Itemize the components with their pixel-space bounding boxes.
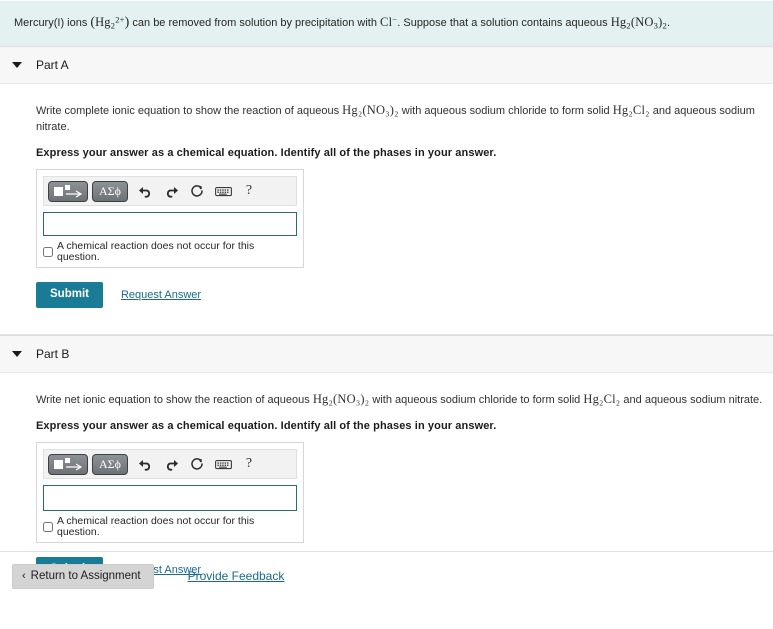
mercury-nitrate-formula: Hg2(NO3)2 bbox=[610, 15, 667, 30]
part-a-submit-button[interactable]: Submit bbox=[36, 282, 103, 308]
template-glyph bbox=[54, 458, 83, 471]
help-label: ? bbox=[245, 183, 253, 199]
keyboard-glyph bbox=[214, 459, 232, 469]
part-b-no-reaction-label: A chemical reaction does not occur for t… bbox=[57, 515, 255, 538]
problem-statement-text: Mercury(I) ions (Hg22+) can be removed f… bbox=[14, 13, 759, 33]
question-mid: with aqueous sodium chloride to form sol… bbox=[369, 393, 584, 406]
undo-glyph bbox=[138, 459, 150, 471]
part-a-request-answer-link[interactable]: Request Answer bbox=[121, 289, 201, 301]
question-tail: and aqueous sodium nitrate. bbox=[620, 393, 763, 406]
part-a-answer-box: ΑΣϕ ? A chemical reaction does not occur… bbox=[36, 169, 304, 269]
return-to-assignment-label: Return to Assignment bbox=[30, 569, 141, 582]
banner-suffix: . Suppose that a solution contains aqueo… bbox=[397, 17, 611, 29]
question-lead: Write net ionic equation to show the rea… bbox=[36, 393, 313, 406]
keyboard-icon[interactable] bbox=[211, 180, 235, 202]
question-lead: Write complete ionic equation to show th… bbox=[36, 105, 343, 118]
chloride-ion-formula: Cl− bbox=[380, 14, 397, 29]
part-b-title: Part B bbox=[36, 346, 70, 361]
part-a-body: Write complete ionic equation to show th… bbox=[0, 84, 773, 317]
part-b-no-reaction-checkbox[interactable] bbox=[43, 521, 53, 532]
redo-glyph bbox=[166, 459, 178, 471]
banner-prefix: Mercury(I) ions bbox=[14, 17, 91, 29]
part-b-answer-input[interactable] bbox=[43, 485, 297, 512]
redo-arrow-icon[interactable] bbox=[159, 180, 183, 202]
part-b-answer-box: ΑΣϕ ? A chemical reaction does not occur… bbox=[36, 442, 304, 544]
undo-arrow-icon[interactable] bbox=[133, 180, 157, 202]
banner-end: . bbox=[666, 17, 670, 29]
greek-symbols-label: ΑΣϕ bbox=[99, 456, 121, 471]
undo-glyph bbox=[138, 186, 150, 198]
page-footer: ‹ Return to Assignment Provide Feedback bbox=[0, 550, 773, 589]
part-b-header[interactable]: Part B bbox=[0, 334, 773, 373]
part-b-answer-toolbar: ΑΣϕ ? bbox=[43, 449, 297, 480]
help-label: ? bbox=[245, 456, 253, 472]
part-b-question: Write net ionic equation to show the rea… bbox=[36, 391, 773, 409]
part-a-instruction: Express your answer as a chemical equati… bbox=[36, 147, 497, 160]
caret-down-icon[interactable] bbox=[12, 350, 22, 357]
template-glyph bbox=[54, 185, 83, 198]
hg-charge: 2+ bbox=[115, 14, 125, 25]
part-a-answer-toolbar: ΑΣϕ ? bbox=[43, 176, 297, 207]
caret-down-icon[interactable] bbox=[12, 62, 22, 69]
greek-symbols-button[interactable]: ΑΣϕ bbox=[92, 180, 128, 202]
chevron-left-icon: ‹ bbox=[22, 569, 26, 582]
help-icon[interactable]: ? bbox=[237, 453, 261, 475]
reset-glyph bbox=[191, 458, 203, 470]
no3-group-open: (NO bbox=[630, 15, 654, 29]
question-product-formula: Hg₂Cl₂ bbox=[612, 103, 650, 118]
part-a-no-reaction-checkbox[interactable] bbox=[43, 246, 53, 257]
part-b-instruction: Express your answer as a chemical equati… bbox=[36, 420, 497, 433]
keyboard-icon[interactable] bbox=[211, 453, 235, 475]
reset-icon[interactable] bbox=[185, 180, 209, 202]
cl-symbol: Cl bbox=[380, 15, 393, 29]
part-a-no-reaction-row[interactable]: A chemical reaction does not occur for t… bbox=[43, 241, 297, 263]
part-a-no-reaction-label: A chemical reaction does not occur for t… bbox=[57, 240, 255, 263]
redo-arrow-icon[interactable] bbox=[159, 453, 183, 475]
reset-icon[interactable] bbox=[185, 453, 209, 475]
redo-glyph bbox=[166, 186, 178, 198]
hg2-symbol: Hg bbox=[610, 15, 627, 29]
help-icon[interactable]: ? bbox=[237, 180, 261, 202]
reset-glyph bbox=[191, 185, 203, 197]
question-reactant-formula: Hg₂(NO₃)₂ bbox=[312, 391, 370, 406]
question-mid: with aqueous sodium chloride to form sol… bbox=[398, 105, 613, 118]
template-icon[interactable] bbox=[48, 180, 88, 202]
question-product-formula: Hg₂Cl₂ bbox=[583, 391, 621, 406]
part-b-no-reaction-row[interactable]: A chemical reaction does not occur for t… bbox=[43, 516, 297, 538]
template-icon[interactable] bbox=[48, 453, 88, 475]
hg-symbol: Hg bbox=[95, 15, 111, 29]
greek-symbols-label: ΑΣϕ bbox=[99, 183, 121, 198]
assignment-page: Mercury(I) ions (Hg22+) can be removed f… bbox=[0, 0, 773, 629]
part-a-header[interactable]: Part A bbox=[0, 46, 773, 85]
part-a-answer-input[interactable] bbox=[43, 212, 297, 237]
banner-middle: can be removed from solution by precipit… bbox=[129, 17, 381, 29]
part-a-question: Write complete ionic equation to show th… bbox=[36, 102, 773, 135]
question-reactant-formula: Hg₂(NO₃)₂ bbox=[342, 103, 399, 118]
return-to-assignment-button[interactable]: ‹ Return to Assignment bbox=[12, 563, 154, 589]
greek-symbols-button[interactable]: ΑΣϕ bbox=[92, 453, 128, 475]
problem-statement-banner: Mercury(I) ions (Hg22+) can be removed f… bbox=[0, 0, 773, 47]
keyboard-glyph bbox=[214, 186, 232, 196]
undo-arrow-icon[interactable] bbox=[133, 453, 157, 475]
mercury-ion-formula: Hg22+ bbox=[95, 14, 125, 30]
part-a-title: Part A bbox=[36, 58, 69, 73]
provide-feedback-link[interactable]: Provide Feedback bbox=[188, 569, 285, 583]
part-a-submit-row: Submit Request Answer bbox=[36, 282, 773, 308]
